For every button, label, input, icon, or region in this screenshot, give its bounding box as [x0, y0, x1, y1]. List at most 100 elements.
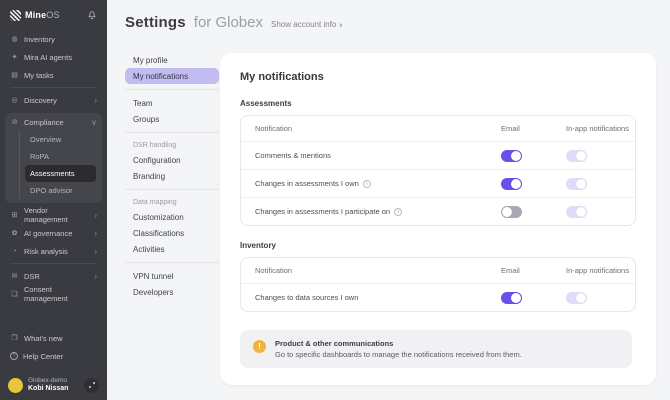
notifications-card: My notifications Assessments Notificatio… [220, 53, 656, 385]
settings-nav-my-notifications[interactable]: My notifications [125, 68, 219, 84]
toggle-knob [576, 206, 586, 217]
table-row: Comments & mentions [241, 141, 635, 169]
table-row: Changes to data sources I own [241, 283, 635, 311]
toggle-knob [576, 178, 586, 189]
info-icon[interactable]: i [362, 179, 371, 188]
nav-label: Classifications [133, 228, 185, 238]
sidebar-item-dpo-advisor[interactable]: DPO advisor [25, 182, 96, 199]
whats-new-icon: ❐ [11, 335, 18, 342]
sidebar-item-dsr[interactable]: ✉ DSR › [0, 267, 107, 285]
sidebar-item-vendor-management[interactable]: ⊞ Vendor management › [0, 206, 107, 224]
column-header-email: Email [501, 266, 520, 275]
chevron-right-icon: › [94, 210, 97, 220]
radar-icon: ◎ [11, 97, 18, 104]
avatar [8, 377, 23, 393]
nav-divider [125, 132, 219, 133]
sub-item-label: DPO advisor [30, 186, 73, 195]
row-label: Comments & mentions [255, 151, 331, 160]
sidebar-footer: ❐ What's new ? Help Center Globex-demo K… [0, 329, 107, 400]
settings-nav-my-profile[interactable]: My profile [125, 52, 219, 68]
nav-label: Branding [133, 171, 166, 181]
sidebar-item-overview[interactable]: Overview [25, 131, 96, 148]
user-org: Globex-demo [28, 376, 68, 384]
logo-row: MineOS [0, 0, 107, 30]
sidebar-divider [10, 87, 97, 88]
row-label: Changes in assessments I own [255, 179, 359, 188]
logo-text-bold: Mine [25, 10, 47, 20]
toggle-knob [511, 292, 521, 303]
toggle-knob [576, 292, 586, 303]
settings-nav-developers[interactable]: Developers [125, 284, 219, 300]
email-toggle[interactable] [501, 177, 522, 190]
email-toggle[interactable] [501, 291, 522, 304]
sidebar-item-assessments[interactable]: Assessments [25, 165, 96, 182]
assessments-table: Notification Email In-app notifications … [240, 115, 636, 226]
page-title: Settings [125, 14, 186, 31]
info-icon[interactable]: i [394, 207, 403, 216]
settings-nav-configuration[interactable]: Configuration [125, 152, 219, 168]
sidebar-item-whats-new[interactable]: ❐ What's new [0, 329, 107, 347]
sparkle-icon: ✦ [11, 54, 18, 61]
sidebar-item-inventory[interactable]: ◍ Inventory [0, 30, 107, 48]
toggle-knob [511, 150, 521, 161]
chevron-right-icon: › [94, 95, 97, 105]
settings-nav-customization[interactable]: Customization [125, 209, 219, 225]
sidebar-item-label: Discovery [24, 95, 57, 105]
compliance-children: Overview RoPA Assessments DPO advisor [19, 131, 96, 199]
settings-nav-classifications[interactable]: Classifications [125, 225, 219, 241]
nav-label: My notifications [133, 71, 189, 81]
page-title-account: for Globex [193, 14, 263, 31]
compass-icon: ⊘ [11, 119, 18, 126]
nav-label: Customization [133, 212, 184, 222]
nav-divider [125, 89, 219, 90]
settings-nav-activities[interactable]: Activities [125, 241, 219, 257]
sidebar-collapse-button[interactable] [84, 377, 99, 393]
sidebar-item-discovery[interactable]: ◎ Discovery › [0, 91, 107, 109]
nav-label: Team [133, 98, 153, 108]
row-label: Changes in assessments I participate on [255, 207, 391, 216]
in-app-toggle[interactable] [566, 177, 587, 190]
show-account-info-label: Show account info [270, 20, 337, 29]
nav-divider [125, 189, 219, 190]
nav-divider [125, 262, 219, 263]
settings-nav-vpn-tunnel[interactable]: VPN tunnel [125, 268, 219, 284]
sub-item-label: RoPA [30, 152, 50, 161]
inventory-table: Notification Email In-app notifications … [240, 257, 636, 312]
sidebar-item-compliance[interactable]: ⊘ Compliance ∨ [5, 113, 102, 131]
app-logo[interactable]: MineOS [25, 10, 60, 20]
in-app-toggle[interactable] [566, 291, 587, 304]
sidebar-item-ai-governance[interactable]: ✿ AI governance › [0, 224, 107, 242]
email-toggle[interactable] [501, 205, 522, 218]
ai-governance-icon: ✿ [11, 230, 18, 237]
sidebar-item-label: Vendor management [24, 206, 68, 224]
banner-text: Product & other communications Go to spe… [275, 339, 522, 359]
sidebar-item-risk-analysis[interactable]: ◔ Risk analysis › [0, 242, 107, 260]
help-icon: ? [10, 352, 18, 360]
toggle-knob [511, 178, 521, 189]
settings-nav-team[interactable]: Team [125, 95, 219, 111]
chevron-right-icon: › [94, 271, 97, 281]
settings-nav-branding[interactable]: Branding [125, 168, 219, 184]
consent-icon: ❏ [11, 291, 18, 298]
notifications-bell-icon[interactable] [87, 10, 97, 21]
column-header-notification: Notification [255, 266, 293, 275]
column-header-in-app: In-app notifications [566, 266, 629, 275]
user-row[interactable]: Globex-demo Kobi Nissan [0, 370, 107, 400]
sidebar-item-mira-ai-agents[interactable]: ✦ Mira AI agents [0, 48, 107, 66]
sidebar-item-help-center[interactable]: ? Help Center [0, 347, 107, 365]
email-toggle[interactable] [501, 149, 522, 162]
product-communications-banner: ! Product & other communications Go to s… [240, 330, 632, 368]
sidebar-item-label: Help Center [23, 351, 64, 361]
sidebar-item-label: Consent management [24, 285, 68, 303]
in-app-toggle[interactable] [566, 149, 587, 162]
show-account-info-link[interactable]: Show account info ∨ [271, 20, 343, 29]
sidebar-item-ropa[interactable]: RoPA [25, 148, 96, 165]
nav-label: My profile [133, 55, 168, 65]
sidebar-item-consent-management[interactable]: ❏ Consent management [0, 285, 107, 303]
nav-label: Activities [133, 244, 165, 254]
sidebar-item-my-tasks[interactable]: ▤ My tasks [0, 66, 107, 84]
settings-nav-groups[interactable]: Groups [125, 111, 219, 127]
section-label-dsr-handling: DSR handling [133, 141, 177, 149]
in-app-toggle[interactable] [566, 205, 587, 218]
section-label-assessments: Assessments [240, 99, 292, 108]
